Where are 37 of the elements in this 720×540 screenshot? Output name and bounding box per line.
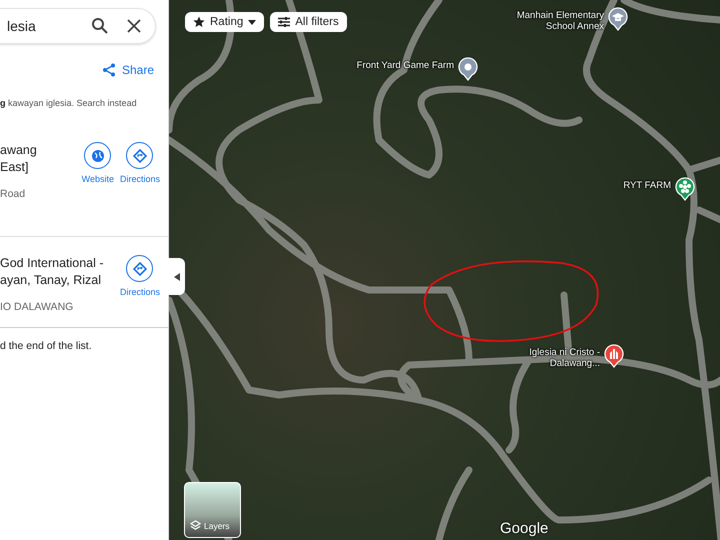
caret-icon	[248, 20, 256, 24]
sliders-icon	[278, 16, 290, 28]
share-link[interactable]: Share	[102, 63, 154, 77]
result-title[interactable]: God International - ayan, Tanay, Rizal	[0, 255, 104, 289]
result-address: IO DALAWANG	[0, 301, 74, 313]
place-label[interactable]: Iglesia ni Cristo - Dalawang...	[529, 344, 600, 369]
flower-pin-icon[interactable]	[675, 177, 695, 201]
place-pin-icon[interactable]	[458, 57, 478, 81]
website-button[interactable]: Website	[82, 142, 114, 200]
search-icon[interactable]	[91, 17, 109, 35]
result-address: Road	[0, 188, 26, 200]
graduation-cap-pin-icon[interactable]	[608, 7, 628, 31]
layers-icon	[190, 520, 201, 531]
directions-button[interactable]: Directions	[120, 142, 160, 200]
result-title[interactable]: awang East]	[0, 142, 37, 176]
rating-filter-button[interactable]: Rating	[185, 12, 264, 32]
satellite-map[interactable]: Rating All filters Front Yard Game Farm Manhain Elementary School Annex RYT FARM Iglesia ni Cristo - Dalawang... Layers Google	[169, 0, 720, 540]
collapse-panel-button[interactable]	[168, 258, 185, 295]
search-text: lesia	[7, 18, 37, 34]
layers-button[interactable]: Layers	[184, 482, 241, 538]
place-label[interactable]: RYT FARM	[623, 177, 671, 191]
map-logo: Google	[500, 520, 548, 537]
caret-icon	[174, 272, 180, 280]
star-icon	[193, 16, 205, 28]
directions-button[interactable]: Directions	[120, 255, 160, 313]
place-label[interactable]: Manhain Elementary School Annex	[516, 7, 604, 32]
end-of-list-text: d the end of the list.	[0, 327, 168, 352]
directions-icon	[132, 262, 147, 276]
share-icon	[102, 63, 116, 77]
suggestion-text: g kawayan iglesia. Search instead	[0, 97, 138, 108]
search-field[interactable]: lesia	[0, 8, 156, 44]
church-pin-icon[interactable]	[604, 344, 624, 368]
close-icon[interactable]	[127, 19, 141, 33]
all-filters-button[interactable]: All filters	[270, 12, 347, 32]
place-label[interactable]: Front Yard Game Farm	[356, 57, 454, 71]
directions-icon	[132, 148, 147, 162]
globe-icon	[90, 148, 105, 162]
